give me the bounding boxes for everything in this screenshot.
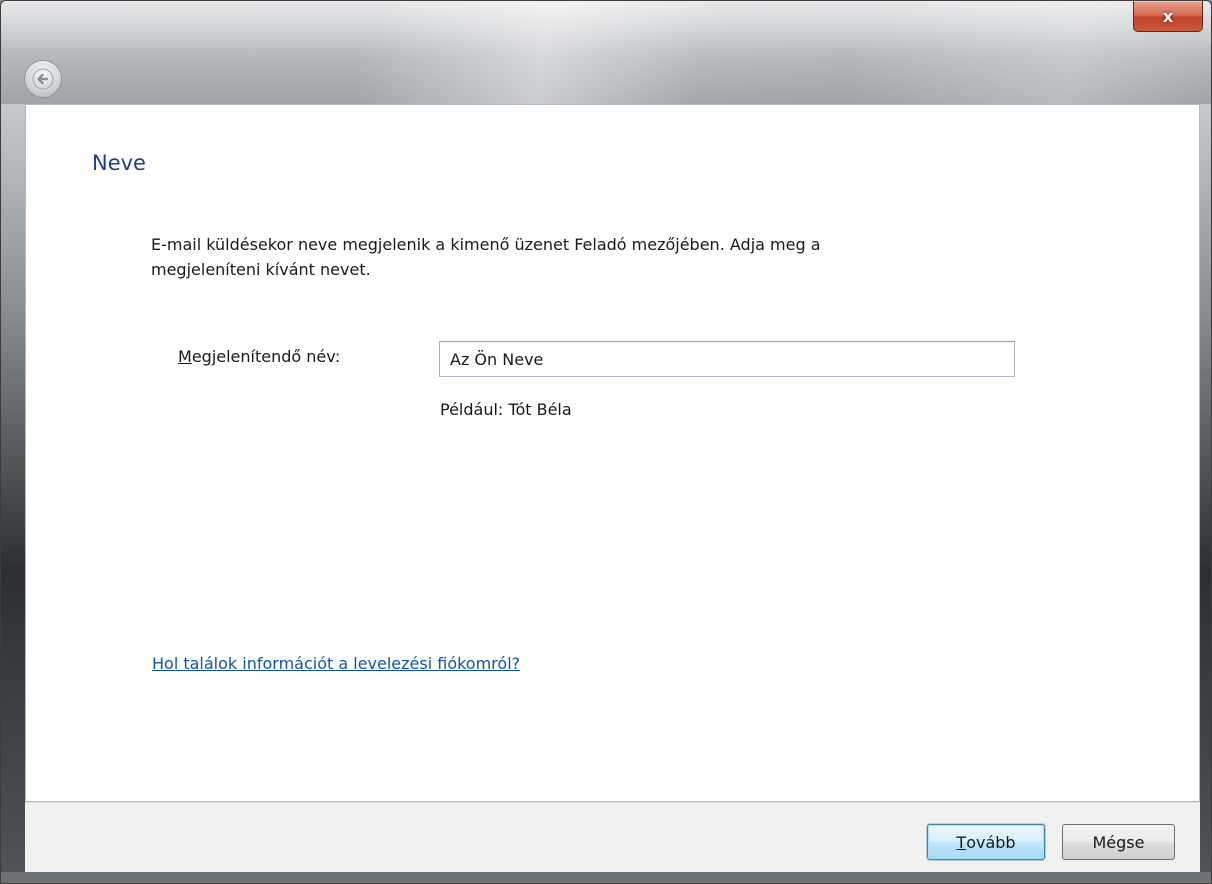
wizard-content: Neve E-mail küldésekor neve megjelenik a… bbox=[25, 104, 1200, 802]
wizard-footer: Tovább Mégse bbox=[25, 802, 1200, 872]
window-frame-bottom bbox=[1, 872, 1211, 883]
display-name-label-accesskey: M bbox=[178, 347, 192, 366]
display-name-label: Megjelenítendő név: bbox=[178, 347, 340, 366]
example-hint: Például: Tót Béla bbox=[440, 400, 572, 419]
help-link[interactable]: Hol találok információt a levelezési fió… bbox=[152, 654, 520, 673]
title-bar bbox=[1, 1, 1211, 104]
close-button[interactable]: x bbox=[1133, 1, 1203, 32]
display-name-label-text: egjelenítendő név: bbox=[191, 347, 341, 366]
next-button-label: ovább bbox=[966, 832, 1016, 852]
back-button[interactable] bbox=[24, 60, 62, 98]
display-name-input[interactable] bbox=[439, 341, 1015, 377]
cancel-button[interactable]: Mégse bbox=[1062, 824, 1175, 860]
close-icon: x bbox=[1162, 6, 1174, 26]
description-text: E-mail küldésekor neve megjelenik a kime… bbox=[151, 235, 821, 279]
page-title: Neve bbox=[92, 151, 146, 175]
window-frame-left bbox=[1, 104, 25, 883]
back-arrow-icon bbox=[32, 68, 54, 90]
next-button[interactable]: Tovább bbox=[927, 824, 1045, 860]
wizard-window: x Neve E-mail küldésekor neve megjelenik… bbox=[0, 0, 1212, 884]
next-button-accesskey: T bbox=[956, 832, 967, 852]
